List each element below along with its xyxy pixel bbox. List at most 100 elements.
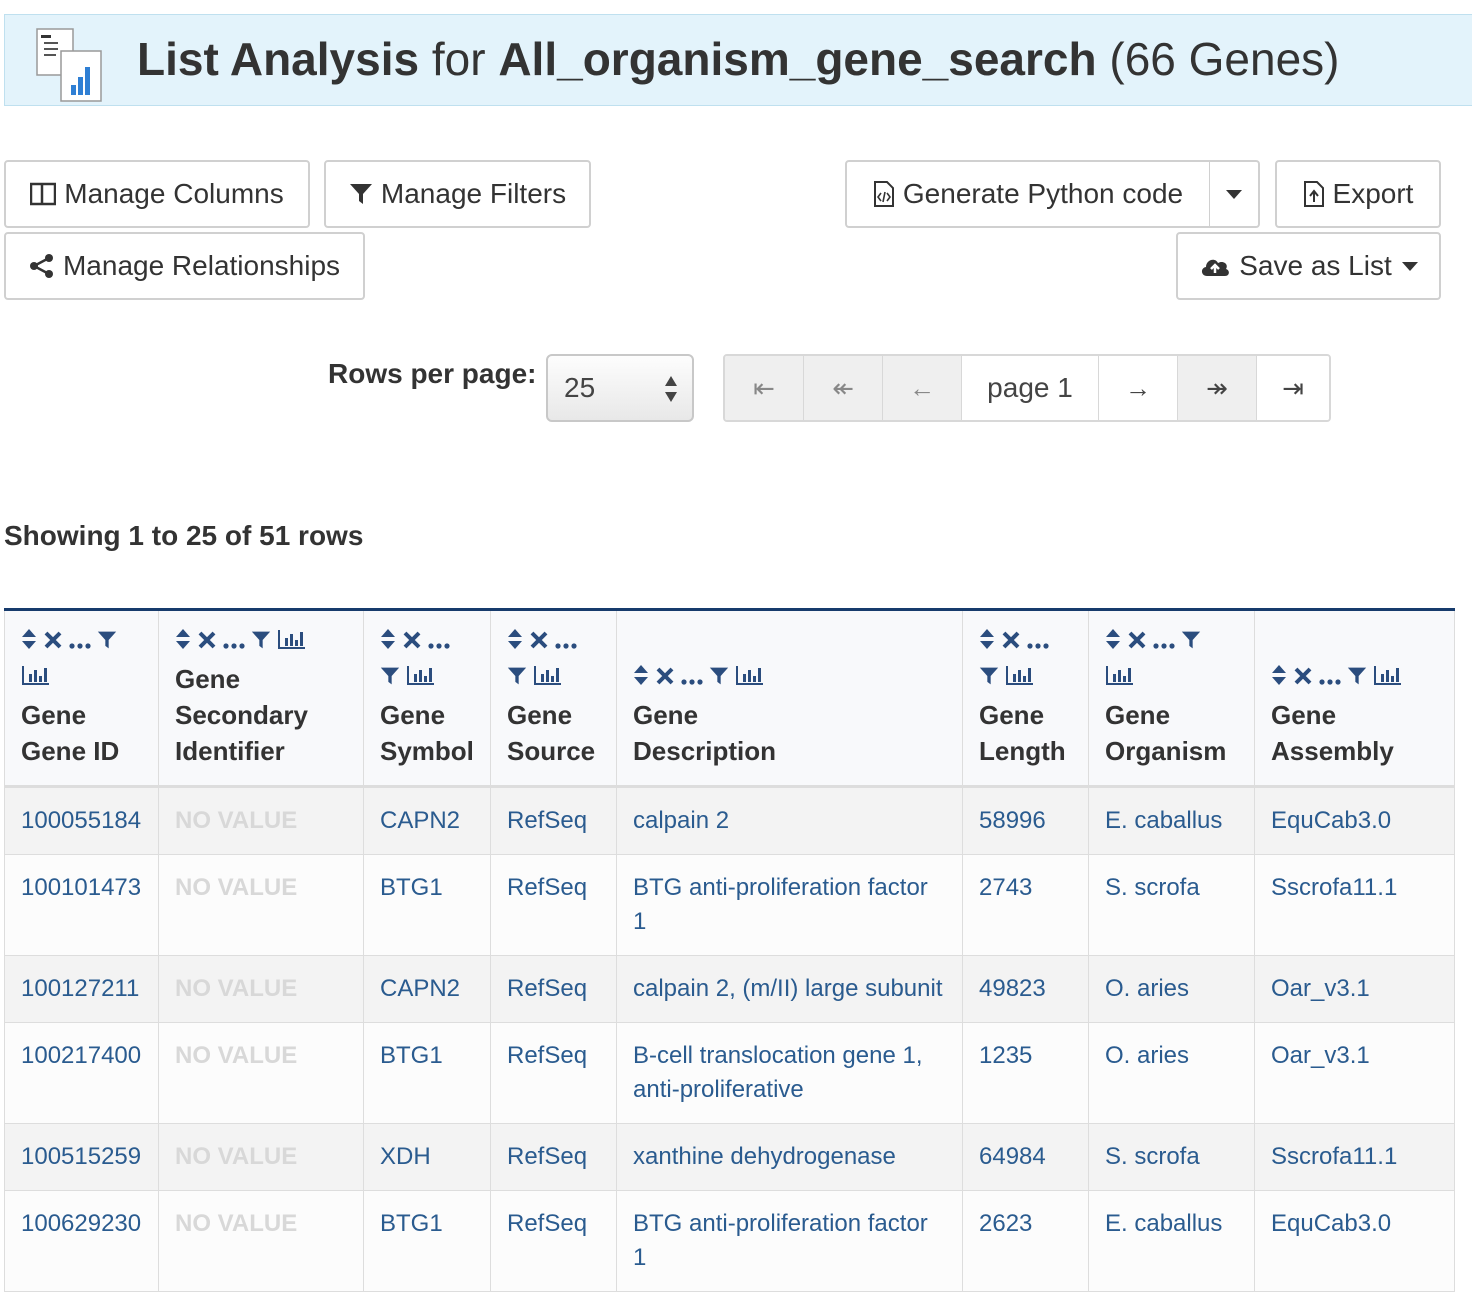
cell-link[interactable]: 64984	[979, 1143, 1046, 1170]
more-options-icon[interactable]	[1153, 625, 1175, 661]
filter-icon[interactable]	[380, 661, 400, 697]
cell-link[interactable]: RefSeq	[507, 1042, 587, 1069]
cell-link[interactable]: BTG anti-proliferation factor 1	[633, 874, 928, 935]
remove-column-icon[interactable]	[197, 625, 217, 661]
prev-page-button[interactable]: ←	[883, 356, 962, 420]
remove-column-icon[interactable]	[402, 625, 422, 661]
remove-column-icon[interactable]	[1001, 625, 1021, 661]
more-options-icon[interactable]	[223, 625, 245, 661]
filter-icon[interactable]	[1347, 661, 1367, 697]
filter-icon[interactable]	[251, 625, 271, 661]
cell-link[interactable]: 49823	[979, 975, 1046, 1002]
cell-link[interactable]: RefSeq	[507, 874, 587, 901]
column-summary-chart-icon[interactable]	[735, 661, 765, 697]
cell-link[interactable]: BTG1	[380, 1042, 443, 1069]
remove-column-icon[interactable]	[529, 625, 549, 661]
last-page-button[interactable]: ⇥	[1257, 356, 1329, 420]
column-summary-chart-icon[interactable]	[1005, 661, 1035, 697]
column-summary-chart-icon[interactable]	[21, 661, 51, 697]
cell-link[interactable]: Sscrofa11.1	[1271, 874, 1397, 901]
cell-link[interactable]: calpain 2, (m/II) large subunit	[633, 975, 942, 1002]
cell-link[interactable]: EquCab3.0	[1271, 807, 1391, 834]
manage-filters-button[interactable]: Manage Filters	[324, 160, 591, 228]
export-button[interactable]: Export	[1275, 160, 1441, 228]
sort-icon[interactable]	[380, 625, 396, 661]
more-options-icon[interactable]	[428, 625, 450, 661]
sort-icon[interactable]	[1105, 625, 1121, 661]
cell-link[interactable]: RefSeq	[507, 1210, 587, 1237]
fast-next-button[interactable]: ↠	[1178, 356, 1257, 420]
cell-link[interactable]: 1235	[979, 1042, 1032, 1069]
column-summary-chart-icon[interactable]	[277, 625, 307, 661]
manage-columns-button[interactable]: Manage Columns	[4, 160, 310, 228]
cell-link[interactable]: EquCab3.0	[1271, 1210, 1391, 1237]
filter-icon[interactable]	[709, 661, 729, 697]
cell-link[interactable]: RefSeq	[507, 975, 587, 1002]
cell-symbol: XDH	[363, 1123, 491, 1191]
sort-icon[interactable]	[633, 661, 649, 697]
more-options-icon[interactable]	[681, 661, 703, 697]
cell-link[interactable]: S. scrofa	[1105, 874, 1200, 901]
rows-per-page-select[interactable]: 25	[546, 354, 694, 422]
next-page-button[interactable]: →	[1099, 356, 1178, 420]
filter-icon[interactable]	[979, 661, 999, 697]
more-options-icon[interactable]	[1027, 625, 1049, 661]
column-summary-chart-icon[interactable]	[406, 661, 436, 697]
filter-icon[interactable]	[97, 625, 117, 661]
sort-icon[interactable]	[979, 625, 995, 661]
remove-column-icon[interactable]	[1127, 625, 1147, 661]
cell-link[interactable]: BTG1	[380, 1210, 443, 1237]
remove-column-icon[interactable]	[43, 625, 63, 661]
cell-link[interactable]: xanthine dehydrogenase	[633, 1143, 896, 1170]
cell-link[interactable]: Sscrofa11.1	[1271, 1143, 1397, 1170]
cell-link[interactable]: 100101473	[21, 874, 141, 901]
manage-relationships-button[interactable]: Manage Relationships	[4, 232, 365, 300]
cell-link[interactable]: 100127211	[21, 975, 139, 1002]
filter-icon[interactable]	[1181, 625, 1201, 661]
cell-gene-id: 100217400	[4, 1022, 159, 1124]
cell-link[interactable]: RefSeq	[507, 1143, 587, 1170]
cell-length: 2743	[962, 854, 1089, 956]
cell-link[interactable]: O. aries	[1105, 975, 1189, 1002]
save-as-list-button[interactable]: Save as List	[1176, 232, 1441, 300]
cell-link[interactable]: 100217400	[21, 1042, 141, 1069]
cell-link[interactable]: Oar_v3.1	[1271, 1042, 1370, 1069]
cell-link[interactable]: 100515259	[21, 1143, 141, 1170]
cell-link[interactable]: 2623	[979, 1210, 1032, 1237]
generate-python-code-button[interactable]: Generate Python code	[845, 160, 1211, 228]
cell-link[interactable]: Oar_v3.1	[1271, 975, 1370, 1002]
cell-link[interactable]: 2743	[979, 874, 1032, 901]
sort-icon[interactable]	[175, 625, 191, 661]
cell-link[interactable]: 58996	[979, 807, 1046, 834]
more-options-icon[interactable]	[555, 625, 577, 661]
cell-link[interactable]: 100629230	[21, 1210, 141, 1237]
cell-link[interactable]: O. aries	[1105, 1042, 1189, 1069]
fast-prev-button[interactable]: ↞	[804, 356, 883, 420]
cell-link[interactable]: 100055184	[21, 807, 141, 834]
sort-icon[interactable]	[21, 625, 37, 661]
cell-link[interactable]: RefSeq	[507, 807, 587, 834]
remove-column-icon[interactable]	[655, 661, 675, 697]
cell-link[interactable]: E. caballus	[1105, 807, 1222, 834]
column-summary-chart-icon[interactable]	[533, 661, 563, 697]
cell-link[interactable]: B-cell translocation gene 1, anti-prolif…	[633, 1042, 923, 1103]
cell-link[interactable]: CAPN2	[380, 975, 460, 1002]
sort-icon[interactable]	[1271, 661, 1287, 697]
first-page-button[interactable]: ⇤	[725, 356, 804, 420]
column-summary-chart-icon[interactable]	[1105, 661, 1135, 697]
remove-column-icon[interactable]	[1293, 661, 1313, 697]
more-options-icon[interactable]	[69, 625, 91, 661]
generate-code-dropdown-toggle[interactable]	[1210, 160, 1260, 228]
more-options-icon[interactable]	[1319, 661, 1341, 697]
filter-icon[interactable]	[507, 661, 527, 697]
cell-link[interactable]: S. scrofa	[1105, 1143, 1200, 1170]
title-for: for	[431, 33, 486, 85]
column-summary-chart-icon[interactable]	[1373, 661, 1403, 697]
cell-link[interactable]: E. caballus	[1105, 1210, 1222, 1237]
cell-link[interactable]: BTG1	[380, 874, 443, 901]
cell-link[interactable]: calpain 2	[633, 807, 729, 834]
sort-icon[interactable]	[507, 625, 523, 661]
cell-link[interactable]: XDH	[380, 1143, 431, 1170]
cell-link[interactable]: CAPN2	[380, 807, 460, 834]
cell-link[interactable]: BTG anti-proliferation factor 1	[633, 1210, 928, 1271]
